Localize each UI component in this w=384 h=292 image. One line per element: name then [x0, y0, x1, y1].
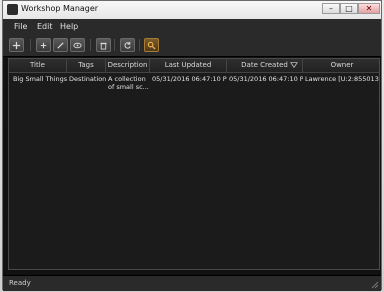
delete-icon: [100, 42, 107, 50]
menu-file[interactable]: File: [14, 22, 27, 31]
view-button[interactable]: [70, 38, 85, 52]
status-text: Ready: [9, 279, 31, 287]
workshop-items-table: Title Tags Description Last Updated Date…: [8, 58, 380, 270]
maximize-button[interactable]: □: [340, 3, 358, 14]
title-bar[interactable]: Workshop Manager – □ ✕: [3, 1, 381, 20]
cell-tags: Destination: [69, 75, 106, 83]
column-date-created[interactable]: Date Created: [227, 59, 303, 72]
toolbar-separator: [139, 39, 140, 51]
add-button[interactable]: [9, 38, 24, 52]
cell-last-updated: 05/31/2016 06:47:10 PM: [152, 75, 227, 83]
cell-description: A collection of small sc...: [108, 75, 149, 91]
toolbar-separator: [114, 39, 115, 51]
workshop-manager-window: Workshop Manager – □ ✕ File Edit Help Ti…: [2, 0, 382, 291]
table-row[interactable]: Big Small Things Destination A collectio…: [9, 73, 379, 92]
column-last-updated[interactable]: Last Updated: [150, 59, 227, 72]
toolbar-separator: [30, 39, 31, 51]
table-header: Title Tags Description Last Updated Date…: [9, 59, 379, 73]
app-icon: [7, 4, 18, 15]
cell-owner: Lawrence [U:2:85501331]: [305, 75, 379, 83]
toolbar-separator: [90, 39, 91, 51]
view-icon: [73, 42, 82, 48]
column-date-created-label: Date Created: [241, 61, 288, 69]
column-title[interactable]: Title: [9, 59, 67, 72]
window-title: Workshop Manager: [21, 4, 99, 13]
refresh-icon: [124, 41, 131, 49]
column-description[interactable]: Description: [106, 59, 150, 72]
refresh-button[interactable]: [120, 38, 135, 52]
edit-icon: [57, 41, 64, 49]
delete-button[interactable]: [96, 38, 111, 52]
close-button[interactable]: ✕: [358, 3, 380, 14]
menu-bar: File Edit Help: [3, 19, 381, 34]
menu-help[interactable]: Help: [60, 22, 78, 31]
resize-grip-icon[interactable]: [369, 279, 379, 289]
search-button[interactable]: [144, 38, 159, 52]
edit-button[interactable]: [53, 38, 68, 52]
toolbar: [3, 34, 381, 57]
add-icon: [12, 41, 21, 49]
cell-date-created: 05/31/2016 06:47:10 PM: [229, 75, 303, 83]
menu-edit[interactable]: Edit: [37, 22, 53, 31]
cell-title: Big Small Things: [13, 75, 67, 83]
search-icon: [147, 41, 156, 50]
add-small-icon: [40, 42, 47, 48]
minimize-button[interactable]: –: [322, 3, 340, 14]
column-tags[interactable]: Tags: [67, 59, 106, 72]
sort-descending-icon: [290, 62, 298, 69]
column-owner[interactable]: Owner: [303, 59, 379, 72]
new-item-button[interactable]: [36, 38, 51, 52]
status-bar: Ready: [3, 275, 381, 291]
